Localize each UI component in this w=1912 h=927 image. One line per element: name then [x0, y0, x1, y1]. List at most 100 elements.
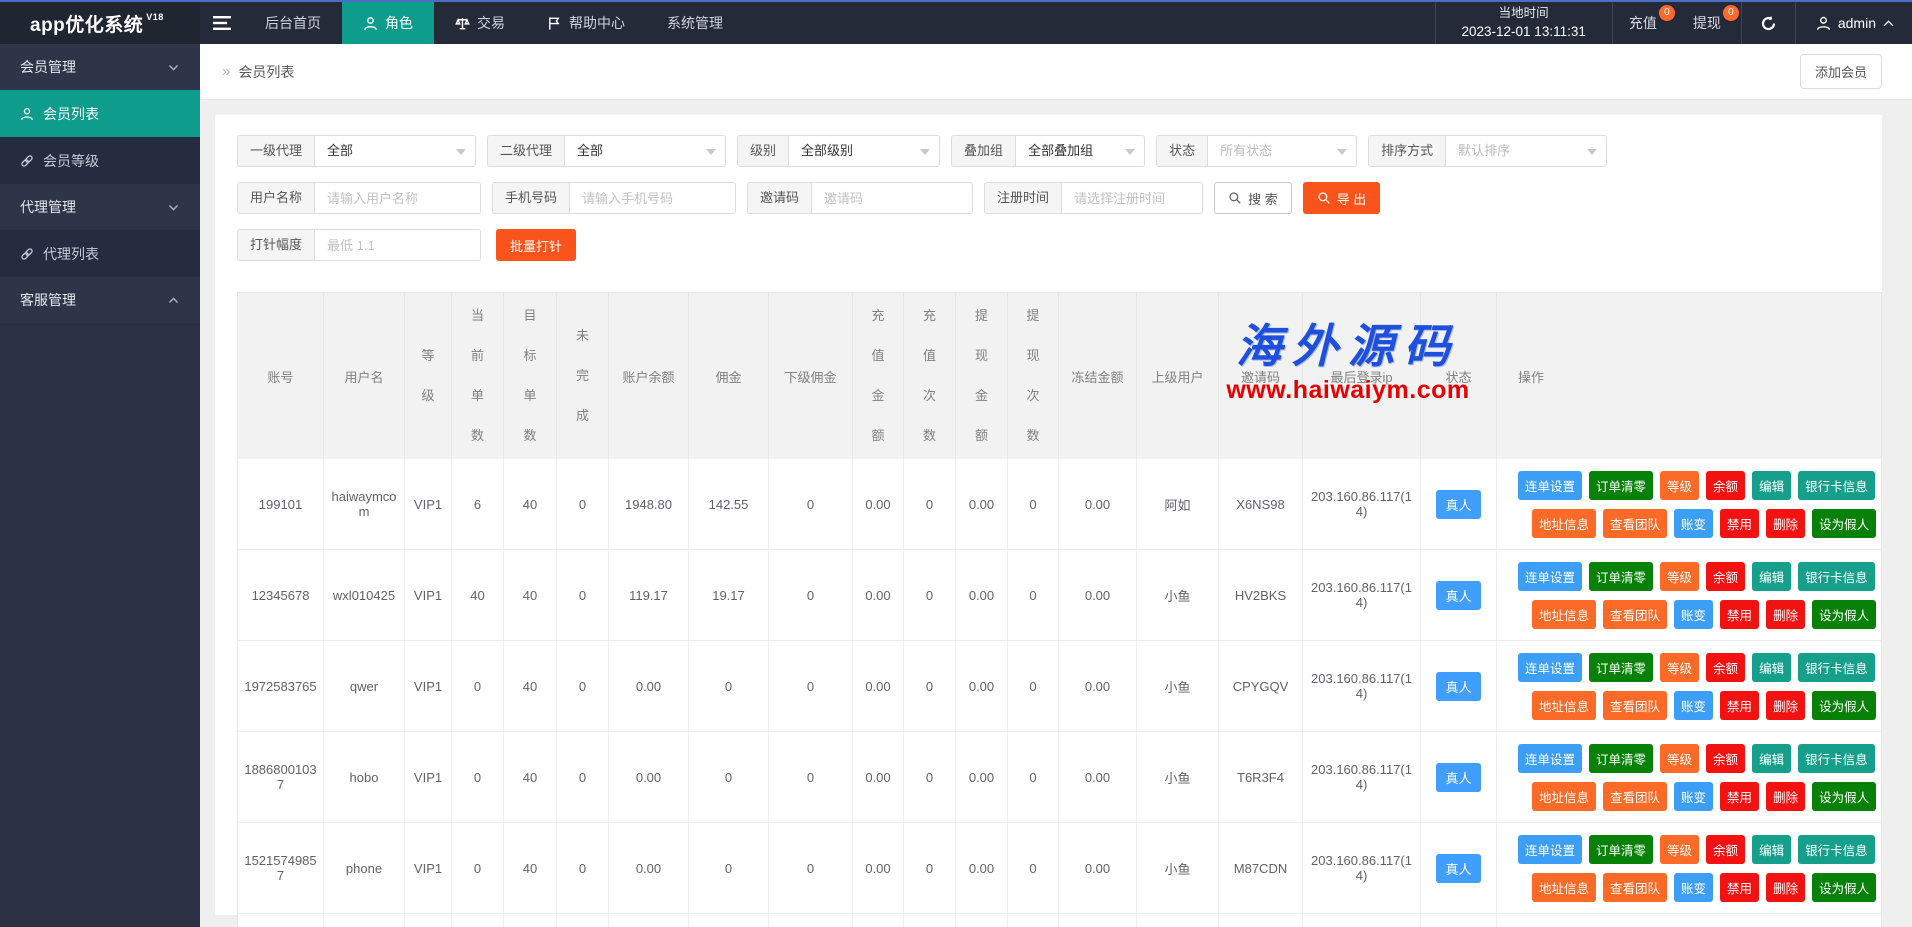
action-orange-button[interactable]: 等级	[1660, 744, 1699, 773]
action-red-button[interactable]: 余额	[1706, 653, 1745, 682]
action-teal-button[interactable]: 银行卡信息	[1798, 562, 1875, 591]
action-green-button[interactable]: 订单清零	[1589, 744, 1653, 773]
action-red-button[interactable]: 禁用	[1720, 691, 1759, 720]
action-green-button[interactable]: 订单清零	[1589, 835, 1653, 864]
action-orange-button[interactable]: 地址信息	[1532, 873, 1596, 902]
action-orange-button[interactable]: 地址信息	[1532, 782, 1596, 811]
action-blue-button[interactable]: 账变	[1674, 782, 1713, 811]
filter-input[interactable]	[1062, 183, 1202, 213]
action-teal-button[interactable]: 编辑	[1752, 562, 1791, 591]
action-blue-button[interactable]: 连单设置	[1518, 653, 1582, 682]
filter-select-value[interactable]: 所有状态	[1208, 136, 1356, 166]
action-red-button[interactable]: 余额	[1706, 835, 1745, 864]
action-orange-button[interactable]: 等级	[1660, 653, 1699, 682]
action-blue-button[interactable]: 连单设置	[1518, 471, 1582, 500]
batch-inject-button[interactable]: 批量打针	[496, 229, 576, 261]
action-green-button[interactable]: 设为假人	[1812, 782, 1876, 811]
nav-item-2[interactable]: 角色	[342, 2, 434, 44]
action-red-button[interactable]: 删除	[1766, 509, 1805, 538]
status-badge[interactable]: 真人	[1436, 672, 1480, 701]
action-orange-button[interactable]: 地址信息	[1532, 509, 1596, 538]
nav-item-5[interactable]: 系统管理	[646, 2, 744, 44]
action-teal-button[interactable]: 银行卡信息	[1798, 471, 1875, 500]
sidebar-group-4[interactable]: 代理管理	[0, 184, 200, 230]
sidebar-toggle-button[interactable]	[200, 2, 244, 44]
action-orange-button[interactable]: 地址信息	[1532, 600, 1596, 629]
status-badge[interactable]: 真人	[1436, 581, 1480, 610]
action-orange-button[interactable]: 查看团队	[1603, 782, 1667, 811]
filter-select-value[interactable]: 默认排序	[1446, 136, 1606, 166]
status-badge[interactable]: 真人	[1436, 763, 1480, 792]
withdraw-button[interactable]: 提现 0	[1677, 2, 1741, 44]
export-button[interactable]: 导 出	[1303, 182, 1381, 214]
action-orange-button[interactable]: 等级	[1660, 562, 1699, 591]
action-blue-button[interactable]: 连单设置	[1518, 835, 1582, 864]
status-badge[interactable]: 真人	[1436, 854, 1480, 883]
nav-menu: 后台首页角色交易帮助中心系统管理	[244, 2, 744, 44]
sidebar-item-5[interactable]: 代理列表	[0, 230, 200, 277]
action-red-button[interactable]: 删除	[1766, 691, 1805, 720]
action-red-button[interactable]: 删除	[1766, 782, 1805, 811]
action-red-button[interactable]: 禁用	[1720, 873, 1759, 902]
filter-input[interactable]	[315, 183, 480, 213]
filter-input[interactable]	[812, 183, 972, 213]
refresh-button[interactable]	[1742, 2, 1795, 44]
action-green-button[interactable]: 设为假人	[1812, 691, 1876, 720]
filter-select-value[interactable]: 全部级别	[789, 136, 939, 166]
action-orange-button[interactable]: 查看团队	[1603, 873, 1667, 902]
action-blue-button[interactable]: 连单设置	[1518, 562, 1582, 591]
filter-select-value[interactable]: 全部叠加组	[1016, 136, 1144, 166]
filter-select-value[interactable]: 全部	[565, 136, 725, 166]
status-badge[interactable]: 真人	[1436, 490, 1480, 519]
nav-item-1[interactable]: 后台首页	[244, 2, 342, 44]
nav-item-3[interactable]: 交易	[434, 2, 526, 44]
search-button[interactable]: 搜 索	[1214, 182, 1292, 214]
action-green-button[interactable]: 订单清零	[1589, 653, 1653, 682]
action-red-button[interactable]: 禁用	[1720, 600, 1759, 629]
action-blue-button[interactable]: 账变	[1674, 873, 1713, 902]
action-teal-button[interactable]: 编辑	[1752, 744, 1791, 773]
user-menu[interactable]: admin	[1796, 2, 1912, 44]
action-blue-button[interactable]: 连单设置	[1518, 744, 1582, 773]
action-orange-button[interactable]: 查看团队	[1603, 509, 1667, 538]
action-teal-button[interactable]: 银行卡信息	[1798, 835, 1875, 864]
sidebar-item-2[interactable]: 会员列表	[0, 90, 200, 137]
action-green-button[interactable]: 设为假人	[1812, 509, 1876, 538]
sidebar-group-6[interactable]: 客服管理	[0, 277, 200, 323]
action-teal-button[interactable]: 编辑	[1752, 835, 1791, 864]
action-orange-button[interactable]: 地址信息	[1532, 691, 1596, 720]
action-green-button[interactable]: 设为假人	[1812, 873, 1876, 902]
action-red-button[interactable]: 余额	[1706, 562, 1745, 591]
action-blue-button[interactable]: 账变	[1674, 509, 1713, 538]
action-teal-button[interactable]: 编辑	[1752, 471, 1791, 500]
action-red-button[interactable]: 余额	[1706, 471, 1745, 500]
action-green-button[interactable]: 订单清零	[1589, 471, 1653, 500]
inject-range-input[interactable]	[315, 230, 480, 260]
action-blue-button[interactable]: 账变	[1674, 691, 1713, 720]
filter-input[interactable]	[570, 183, 735, 213]
action-red-button[interactable]: 删除	[1766, 600, 1805, 629]
nav-item-4[interactable]: 帮助中心	[526, 2, 646, 44]
action-teal-button[interactable]: 编辑	[1752, 653, 1791, 682]
withdraw-badge: 0	[1723, 5, 1739, 21]
action-red-button[interactable]: 禁用	[1720, 509, 1759, 538]
recharge-button[interactable]: 充值 0	[1613, 2, 1677, 44]
cell-current: 0	[452, 823, 504, 913]
action-red-button[interactable]: 删除	[1766, 873, 1805, 902]
action-red-button[interactable]: 禁用	[1720, 782, 1759, 811]
action-orange-button[interactable]: 等级	[1660, 471, 1699, 500]
column-header-label: 账号	[267, 367, 293, 386]
action-orange-button[interactable]: 查看团队	[1603, 691, 1667, 720]
action-teal-button[interactable]: 银行卡信息	[1798, 653, 1875, 682]
action-orange-button[interactable]: 查看团队	[1603, 600, 1667, 629]
action-red-button[interactable]: 余额	[1706, 744, 1745, 773]
action-green-button[interactable]: 订单清零	[1589, 562, 1653, 591]
action-green-button[interactable]: 设为假人	[1812, 600, 1876, 629]
sidebar-group-1[interactable]: 会员管理	[0, 44, 200, 90]
sidebar-item-3[interactable]: 会员等级	[0, 137, 200, 184]
action-orange-button[interactable]: 等级	[1660, 835, 1699, 864]
filter-select-value[interactable]: 全部	[315, 136, 475, 166]
action-teal-button[interactable]: 银行卡信息	[1798, 744, 1875, 773]
add-member-button[interactable]: 添加会员	[1800, 54, 1882, 89]
action-blue-button[interactable]: 账变	[1674, 600, 1713, 629]
